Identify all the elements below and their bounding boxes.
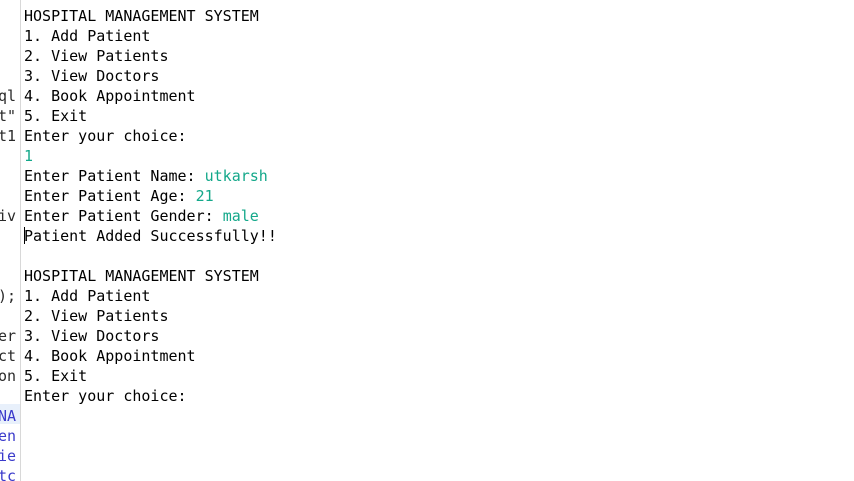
console-line: 4. Book Appointment: [24, 346, 850, 366]
console-line: 2. View Patients: [24, 306, 850, 326]
console-output-text: 5. Exit: [24, 107, 88, 125]
console-output[interactable]: HOSPITAL MANAGEMENT SYSTEM 1. Add Patient…: [24, 6, 850, 480]
console-output-text: HOSPITAL MANAGEMENT SYSTEM: [24, 7, 259, 25]
pane-divider[interactable]: [20, 0, 21, 481]
gutter-code-fragment: en: [0, 427, 17, 445]
console-line: Enter your choice:: [24, 386, 850, 406]
console-output-text: Enter Patient Name:: [24, 167, 205, 185]
console-line: 5. Exit: [24, 106, 850, 126]
console-user-input: 1: [24, 147, 34, 165]
gutter-code-fragment: t": [0, 107, 17, 125]
gutter-code-fragment: iv: [0, 207, 17, 225]
gutter-code-fragment: on: [0, 367, 17, 385]
console-output-text: Patient Added Successfully!!: [24, 227, 277, 245]
console-user-input: 21: [195, 187, 214, 205]
console-line: 2. View Patients: [24, 46, 850, 66]
console-output-text: Enter your choice:: [24, 387, 187, 405]
console-window: ql t" t1 iv); er ct on NA en ie tc HOSPITAL MANAGE…: [0, 0, 854, 481]
console-output-text: 3. View Doctors: [24, 67, 160, 85]
console-user-input: male: [222, 207, 259, 225]
console-line: Enter Patient Age: 21: [24, 186, 850, 206]
console-output-text: 3. View Doctors: [24, 327, 160, 345]
gutter-code-fragment: );: [0, 287, 17, 305]
console-line: Patient Added Successfully!!: [24, 226, 850, 246]
console-line: 1. Add Patient: [24, 286, 850, 306]
console-output-text: 1. Add Patient: [24, 287, 151, 305]
console-output-text: Enter Patient Gender:: [24, 207, 223, 225]
console-output-text: 4. Book Appointment: [24, 87, 196, 105]
console-line: 1: [24, 146, 850, 166]
console-line: 3. View Doctors: [24, 66, 850, 86]
console-line: 3. View Doctors: [24, 326, 850, 346]
console-line: Enter your choice:: [24, 126, 850, 146]
console-line: 1. Add Patient: [24, 26, 850, 46]
console-line: 5. Exit: [24, 366, 850, 386]
console-line: HOSPITAL MANAGEMENT SYSTEM: [24, 6, 850, 26]
console-line: HOSPITAL MANAGEMENT SYSTEM: [24, 266, 850, 286]
console-output-text: HOSPITAL MANAGEMENT SYSTEM: [24, 267, 259, 285]
console-line: 4. Book Appointment: [24, 86, 850, 106]
gutter-code-fragment: ql: [0, 87, 17, 105]
console-output-text: 2. View Patients: [24, 307, 169, 325]
console-output-text: 5. Exit: [24, 367, 88, 385]
console-line: Enter Patient Gender: male: [24, 206, 850, 226]
gutter-code-fragment: NA: [0, 407, 17, 425]
gutter-code-fragment: ct: [0, 347, 17, 365]
console-output-text: 4. Book Appointment: [24, 347, 196, 365]
gutter-code-fragment: er: [0, 327, 17, 345]
gutter-code-fragment: tc: [0, 467, 17, 481]
console-line: Enter Patient Name: utkarsh: [24, 166, 850, 186]
console-output-text: Enter Patient Age:: [24, 187, 196, 205]
console-output-text: 2. View Patients: [24, 47, 169, 65]
console-output-text: 1. Add Patient: [24, 27, 151, 45]
console-user-input: utkarsh: [204, 167, 268, 185]
gutter-code-fragment: ie: [0, 447, 17, 465]
console-output-text: Enter your choice:: [24, 127, 187, 145]
editor-gutter-strip: ql t" t1 iv); er ct on NA en ie tc: [0, 0, 20, 481]
gutter-code-fragment: t1: [0, 127, 17, 145]
